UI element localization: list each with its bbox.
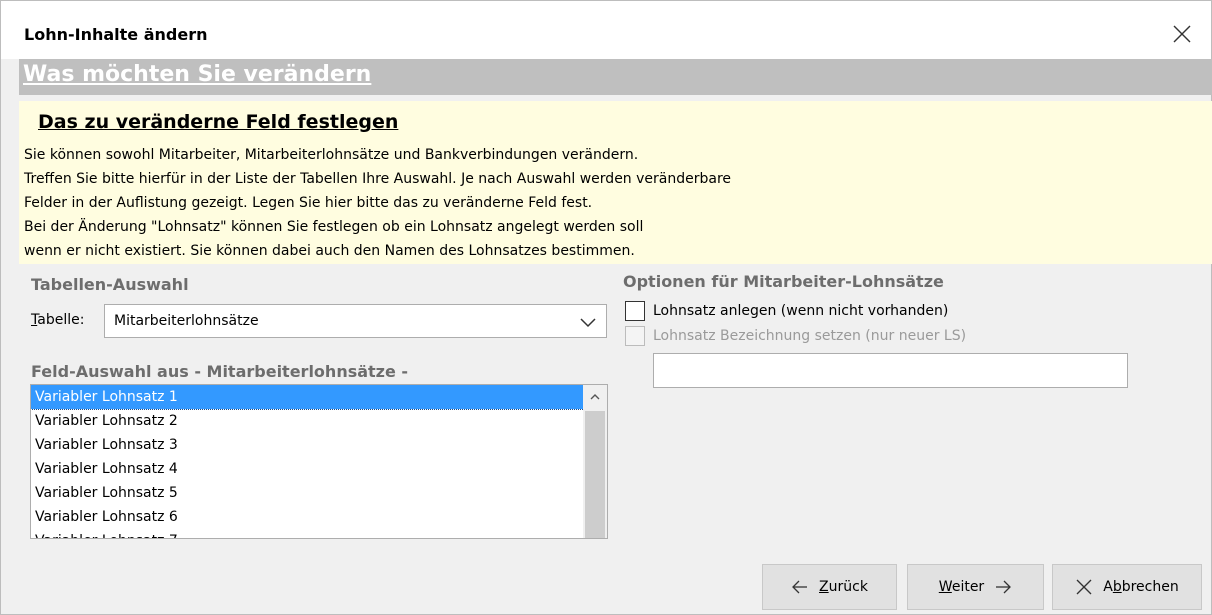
tabelle-label-rest: abelle:: [37, 312, 85, 328]
tabellen-section-label: Tabellen-Auswahl: [31, 275, 189, 294]
list-item[interactable]: Variabler Lohnsatz 5: [31, 481, 584, 505]
optionen-section-label: Optionen für Mitarbeiter-Lohnsätze: [623, 272, 944, 291]
tabelle-selected-value: Mitarbeiterlohnsätze: [114, 313, 259, 329]
tabelle-field-label: Tabelle:: [31, 312, 84, 328]
back-button[interactable]: Zurück: [762, 564, 897, 610]
close-button[interactable]: [1159, 11, 1205, 57]
info-panel: Das zu veränderne Feld festlegen Sie kön…: [19, 101, 1212, 264]
info-line: Felder in der Auflistung gezeigt. Legen …: [24, 195, 593, 211]
list-item[interactable]: Variabler Lohnsatz 4: [31, 457, 584, 481]
info-line: Treffen Sie bitte hierfür in der Liste d…: [24, 171, 732, 187]
listbox-scrollbar[interactable]: [583, 385, 607, 538]
lohnsatz-name-input[interactable]: [653, 353, 1128, 388]
chevron-down-icon: [580, 318, 596, 328]
info-text: Sie können sowohl Mitarbeiter, Mitarbeit…: [24, 143, 731, 263]
next-button-label: Weiter: [938, 579, 985, 595]
create-lohnsatz-checkbox[interactable]: [625, 301, 645, 321]
next-button[interactable]: Weiter: [907, 564, 1044, 610]
list-item[interactable]: Variabler Lohnsatz 1: [31, 385, 585, 410]
back-button-label: Zurück: [819, 579, 868, 595]
chevron-up-icon: [590, 394, 600, 400]
title-bar: Lohn-Inhalte ändern: [1, 1, 1211, 59]
info-line: wenn er nicht existiert. Sie können dabe…: [24, 243, 635, 259]
info-line: Sie können sowohl Mitarbeiter, Mitarbeit…: [24, 147, 639, 163]
cancel-button[interactable]: Abbrechen: [1052, 564, 1202, 610]
arrow-right-icon: [996, 580, 1012, 594]
arrow-left-icon: [792, 580, 808, 594]
set-name-checkbox: [625, 326, 645, 346]
dialog-window: Lohn-Inhalte ändern Was möchten Sie verä…: [0, 0, 1212, 615]
feld-listbox[interactable]: Variabler Lohnsatz 1 Variabler Lohnsatz …: [30, 384, 608, 539]
set-name-label: Lohnsatz Bezeichnung setzen (nur neuer L…: [653, 328, 967, 344]
info-heading: Das zu veränderne Feld festlegen: [38, 111, 399, 133]
list-item[interactable]: Variabler Lohnsatz 6: [31, 505, 584, 529]
banner-title: Was möchten Sie verändern: [23, 62, 372, 87]
list-item[interactable]: Variabler Lohnsatz 2: [31, 409, 584, 433]
info-line: Bei der Änderung "Lohnsatz" können Sie f…: [24, 219, 644, 235]
scroll-up-button[interactable]: [583, 385, 607, 409]
list-item[interactable]: Variabler Lohnsatz 7: [31, 529, 584, 538]
scroll-thumb[interactable]: [585, 411, 605, 538]
tabelle-dropdown[interactable]: Mitarbeiterlohnsätze: [104, 304, 607, 338]
step-banner: Was möchten Sie verändern: [19, 59, 1212, 95]
list-item[interactable]: Variabler Lohnsatz 3: [31, 433, 584, 457]
create-lohnsatz-label[interactable]: Lohnsatz anlegen (wenn nicht vorhanden): [653, 303, 948, 319]
close-icon: [1076, 579, 1092, 595]
cancel-button-label: Abbrechen: [1103, 579, 1179, 595]
window-title: Lohn-Inhalte ändern: [24, 25, 208, 44]
feld-section-label: Feld-Auswahl aus - Mitarbeiterlohnsätze …: [31, 362, 409, 381]
close-icon: [1173, 25, 1191, 43]
